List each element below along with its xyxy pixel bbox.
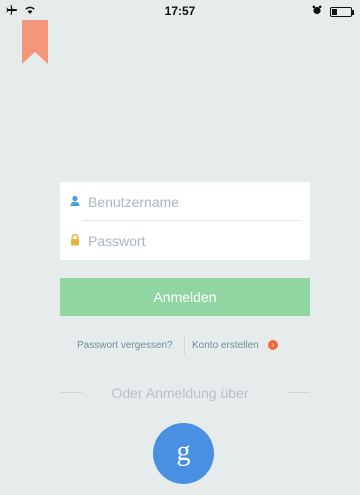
battery-level (332, 8, 337, 15)
login-button[interactable]: Anmelden (60, 278, 310, 316)
chevron-right-icon[interactable]: › (268, 340, 278, 350)
login-screen: 17:57 Anmelden Passwort ve (0, 0, 360, 495)
lock-icon (68, 233, 82, 247)
username-field[interactable] (60, 182, 310, 221)
alarm-icon (312, 5, 322, 18)
status-right (312, 5, 354, 18)
divider-line-right (288, 392, 310, 393)
status-time: 17:57 (164, 4, 196, 18)
google-icon: g (176, 435, 191, 467)
login-form (60, 182, 310, 260)
account-links: Passwort vergessen? Konto erstellen › (0, 336, 360, 354)
battery-icon (330, 6, 354, 17)
link-divider (184, 336, 185, 354)
google-login-button[interactable]: g (153, 423, 214, 484)
user-icon (68, 194, 82, 208)
password-input[interactable] (88, 230, 298, 252)
bookmark-icon[interactable] (22, 20, 48, 69)
username-input[interactable] (88, 191, 298, 213)
status-bar: 17:57 (0, 0, 360, 22)
alternative-login-divider: Oder Anmeldung über (0, 384, 360, 402)
forgot-password-link[interactable]: Passwort vergessen? (77, 340, 173, 351)
alternative-login-label: Oder Anmeldung über (111, 385, 249, 401)
create-account-link[interactable]: Konto erstellen (192, 340, 259, 351)
password-field[interactable] (60, 221, 310, 260)
